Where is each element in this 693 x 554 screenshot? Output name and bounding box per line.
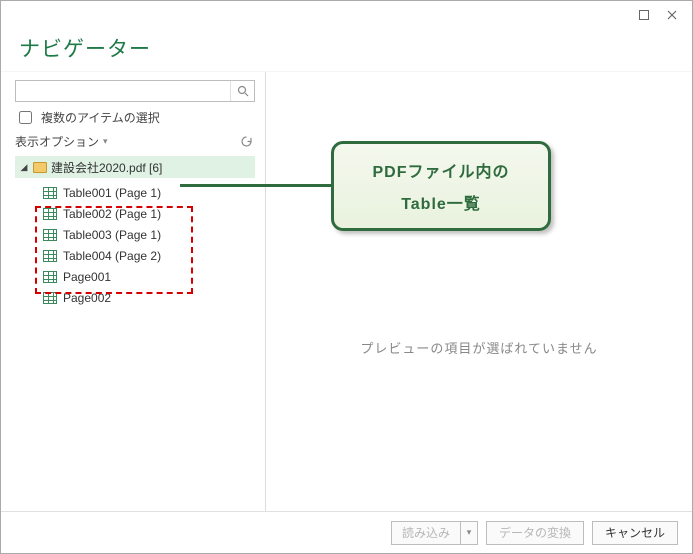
- tree-item[interactable]: Table002 (Page 1): [15, 203, 255, 224]
- load-button[interactable]: 読み込み: [391, 521, 460, 545]
- refresh-icon[interactable]: [240, 135, 253, 148]
- maximize-icon[interactable]: [630, 5, 658, 25]
- tree-item[interactable]: Page001: [15, 266, 255, 287]
- search-icon[interactable]: [230, 81, 254, 101]
- table-icon: [43, 187, 57, 199]
- table-icon: [43, 292, 57, 304]
- callout-connector: [180, 184, 334, 187]
- transform-label: データの変換: [499, 524, 571, 541]
- tree-root-label: 建設会社2020.pdf [6]: [51, 159, 162, 176]
- title-area: ナビゲーター: [1, 29, 692, 71]
- preview-pane: プレビューの項目が選ばれていません: [265, 72, 692, 511]
- multi-select-checkbox[interactable]: [19, 111, 32, 124]
- table-icon: [43, 229, 57, 241]
- titlebar: [1, 1, 692, 29]
- display-options[interactable]: 表示オプション ▾: [15, 133, 255, 150]
- display-options-label: 表示オプション: [15, 133, 99, 150]
- cancel-button[interactable]: キャンセル: [592, 521, 678, 545]
- tree-item-label: Table001 (Page 1): [63, 186, 161, 200]
- folder-icon: [33, 162, 47, 173]
- tree-children: Table001 (Page 1) Table002 (Page 1) Table0…: [15, 182, 255, 308]
- table-icon: [43, 250, 57, 262]
- multi-select-row[interactable]: 複数のアイテムの選択: [15, 108, 255, 127]
- multi-select-label: 複数のアイテムの選択: [41, 109, 160, 126]
- search-row: [15, 80, 255, 102]
- callout-line1: PDFファイル内の: [372, 158, 509, 182]
- footer: 読み込み ▾ データの変換 キャンセル: [1, 511, 692, 553]
- transform-button[interactable]: データの変換: [486, 521, 584, 545]
- callout: PDFファイル内の Table一覧: [331, 141, 551, 231]
- tree-root[interactable]: ◢ 建設会社2020.pdf [6]: [15, 156, 255, 178]
- tree: ◢ 建設会社2020.pdf [6] Table001 (Page 1)Tabl…: [15, 156, 255, 308]
- tree-item-label: Table004 (Page 2): [63, 249, 161, 263]
- tree-item[interactable]: Table004 (Page 2): [15, 245, 255, 266]
- tree-item-label: Page002: [63, 291, 111, 305]
- dialog-title: ナビゲーター: [19, 33, 674, 63]
- tree-item-label: Page001: [63, 270, 111, 284]
- content-area: 複数のアイテムの選択 表示オプション ▾ ◢ 建設会社2020.pdf [6] …: [1, 71, 692, 511]
- navigator-dialog: ナビゲーター 複数のアイテムの選択 表示オプション ▾: [0, 0, 693, 554]
- search-input[interactable]: [16, 81, 230, 101]
- tree-item[interactable]: Table003 (Page 1): [15, 224, 255, 245]
- tree-item-label: Table003 (Page 1): [63, 228, 161, 242]
- table-icon: [43, 271, 57, 283]
- tree-item-label: Table002 (Page 1): [63, 207, 161, 221]
- tree-item[interactable]: Page002: [15, 287, 255, 308]
- expand-icon[interactable]: ◢: [19, 162, 29, 173]
- close-icon[interactable]: [658, 5, 686, 25]
- load-split-button: 読み込み ▾: [391, 521, 478, 545]
- load-label: 読み込み: [402, 524, 450, 541]
- chevron-down-icon: ▾: [103, 136, 108, 147]
- load-dropdown[interactable]: ▾: [460, 521, 478, 545]
- callout-line2: Table一覧: [401, 190, 481, 214]
- left-pane: 複数のアイテムの選択 表示オプション ▾ ◢ 建設会社2020.pdf [6] …: [1, 72, 261, 511]
- cancel-label: キャンセル: [605, 524, 665, 541]
- table-icon: [43, 208, 57, 220]
- preview-empty-text: プレビューの項目が選ばれていません: [360, 338, 597, 357]
